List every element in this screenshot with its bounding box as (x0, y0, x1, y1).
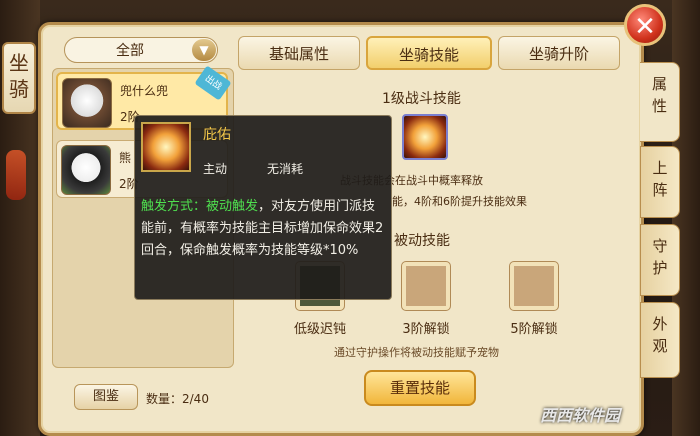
tooltip-skill-icon (141, 122, 191, 172)
pet-avatar (62, 78, 112, 128)
passive-slot-label-1: 低级迟钝 (293, 322, 346, 337)
side-tab-guard[interactable]: 守 护 (640, 224, 680, 296)
close-button[interactable]: ✕ (624, 4, 666, 46)
passive-slot-label-2: 3阶解锁 (402, 322, 450, 337)
tooltip-skill-type: 主动 (203, 162, 228, 176)
battle-skill-desc-2: 能，4阶和6阶提升技能效果 (392, 195, 527, 208)
battle-skill-title: 1级战斗技能 (382, 91, 461, 107)
panel-title-char-2: 骑 (9, 77, 29, 101)
tooltip-description: 触发方式：被动触发，对友方使用门派技能前，有概率为技能主目标增加保命效果2回合，… (141, 196, 387, 262)
passive-skill-title: 被动技能 (394, 233, 450, 249)
tooltip-skill-cost: 无消耗 (267, 162, 304, 176)
passive-slot-3[interactable] (510, 262, 558, 310)
side-tab-appearance[interactable]: 外 观 (640, 302, 680, 378)
passive-slot-label-3: 5阶解锁 (510, 322, 558, 337)
tab-mount-upgrade[interactable]: 坐骑升阶 (498, 36, 620, 70)
panel-title-char-1: 坐 (9, 51, 29, 75)
passive-slot-2[interactable] (402, 262, 450, 310)
chevron-down-icon[interactable]: ▼ (192, 39, 216, 61)
lantern-decoration (6, 150, 26, 200)
panel-title: 坐 骑 (2, 42, 36, 114)
tab-mount-skills[interactable]: 坐骑技能 (366, 36, 492, 70)
tooltip-skill-name: 庇佑 (203, 127, 231, 143)
atlas-button[interactable]: 图鉴 (74, 384, 138, 410)
pet-count: 数量：2/40 (146, 392, 209, 406)
battle-skill-icon[interactable] (402, 114, 448, 160)
watermark: 西西软件园 (540, 406, 621, 425)
tooltip-trigger: 触发方式：被动触发 (141, 199, 259, 214)
reset-skill-button[interactable]: 重置技能 (364, 370, 476, 406)
tab-basic-attributes[interactable]: 基础属性 (238, 36, 360, 70)
passive-note: 通过守护操作将被动技能赋予宠物 (334, 346, 499, 359)
filter-value: 全部 (116, 43, 144, 59)
side-tab-deploy[interactable]: 上 阵 (640, 146, 680, 218)
pet-avatar (61, 145, 111, 195)
side-tab-attributes[interactable]: 属 性 (640, 62, 680, 142)
skill-tooltip: 庇佑 主动 无消耗 触发方式：被动触发，对友方使用门派技能前，有概率为技能主目标… (134, 115, 392, 300)
pet-name: 熊 (119, 151, 132, 165)
pet-name: 兜什么兜 (120, 84, 169, 98)
